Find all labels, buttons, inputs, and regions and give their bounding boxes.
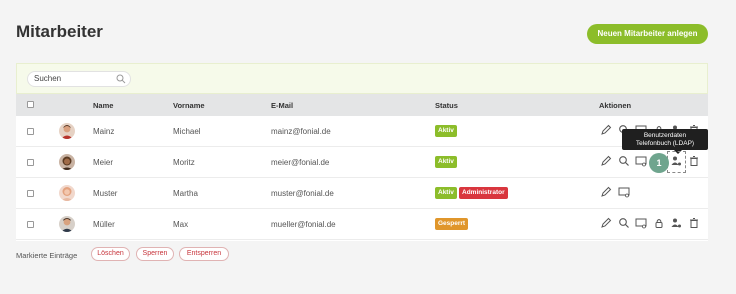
tooltip-line-1: Benutzerdaten xyxy=(643,132,687,139)
select-all-checkbox[interactable] xyxy=(27,101,34,108)
cell-name: Müller xyxy=(93,220,115,229)
row-checkbox[interactable] xyxy=(27,221,34,228)
cell-vorname: Moritz xyxy=(173,158,195,167)
cell-name: Muster xyxy=(93,189,118,198)
new-employee-button[interactable]: Neuen Mitarbeiter anlegen xyxy=(587,24,708,44)
status-badge: Aktiv xyxy=(435,156,457,168)
avatar xyxy=(59,216,75,232)
unlock-selected-button[interactable]: Entsperren xyxy=(179,247,229,261)
phone-list-icon[interactable] xyxy=(635,217,647,229)
admin-badge: Administrator xyxy=(459,187,508,199)
lock-icon[interactable] xyxy=(653,217,665,229)
avatar xyxy=(59,123,75,139)
search-icon[interactable] xyxy=(618,155,630,167)
step-marker: 1 xyxy=(649,153,669,173)
phone-list-icon[interactable] xyxy=(635,155,647,167)
bulk-actions-label: Markierte Einträge xyxy=(16,251,78,260)
status-badge: Gesperrt xyxy=(435,218,469,230)
pencil-icon[interactable] xyxy=(600,155,612,167)
status-badge: Aktiv xyxy=(435,187,457,199)
table-row: Müller Max mueller@fonial.de Gesperrt xyxy=(16,209,708,240)
delete-selected-button[interactable]: Löschen xyxy=(91,247,130,261)
cell-email: mueller@fonial.de xyxy=(271,220,336,229)
table-header: Name Vorname E-Mail Status Aktionen xyxy=(16,94,708,116)
cell-email: meier@fonial.de xyxy=(271,158,330,167)
pencil-icon[interactable] xyxy=(600,124,612,136)
employee-table-card: Suchen Name Vorname E-Mail Status Aktion… xyxy=(16,63,708,241)
trash-icon[interactable] xyxy=(688,217,700,229)
table-row: Meier Moritz meier@fonial.de Aktiv xyxy=(16,147,708,178)
search-placeholder: Suchen xyxy=(34,74,62,83)
pencil-icon[interactable] xyxy=(600,217,612,229)
filter-bar: Suchen xyxy=(16,63,708,94)
header-name: Name xyxy=(93,101,114,110)
highlight-box xyxy=(667,151,686,173)
pencil-icon[interactable] xyxy=(600,186,612,198)
phone-list-icon[interactable] xyxy=(618,186,630,198)
page-title: Mitarbeiter xyxy=(16,22,103,41)
cell-email: mainz@fonial.de xyxy=(271,127,331,136)
trash-icon[interactable] xyxy=(688,155,700,167)
cell-vorname: Michael xyxy=(173,127,201,136)
header-email: E-Mail xyxy=(271,101,294,110)
avatar xyxy=(59,185,75,201)
row-checkbox[interactable] xyxy=(27,128,34,135)
row-checkbox[interactable] xyxy=(27,190,34,197)
search-input[interactable]: Suchen xyxy=(27,71,131,87)
cell-email: muster@fonial.de xyxy=(271,189,334,198)
cell-vorname: Martha xyxy=(173,189,198,198)
search-icon xyxy=(116,74,126,84)
cell-vorname: Max xyxy=(173,220,189,229)
cell-name: Meier xyxy=(93,158,114,167)
action-tooltip: Benutzerdaten Telefonbuch (LDAP) xyxy=(622,129,708,154)
table-row: Muster Martha muster@fonial.de Aktiv Adm… xyxy=(16,178,708,209)
header-aktionen: Aktionen xyxy=(599,101,632,110)
cell-name: Mainz xyxy=(93,127,115,136)
avatar xyxy=(59,154,75,170)
user-settings-icon[interactable] xyxy=(670,217,682,229)
header-status: Status xyxy=(435,101,458,110)
lock-selected-button[interactable]: Sperren xyxy=(136,247,174,261)
search-icon[interactable] xyxy=(618,217,630,229)
status-badge: Aktiv xyxy=(435,125,457,137)
table-row: Mainz Michael mainz@fonial.de Aktiv xyxy=(16,116,708,147)
row-checkbox[interactable] xyxy=(27,159,34,166)
tooltip-line-2: Telefonbuch (LDAP) xyxy=(635,140,695,147)
header-vorname: Vorname xyxy=(173,101,205,110)
